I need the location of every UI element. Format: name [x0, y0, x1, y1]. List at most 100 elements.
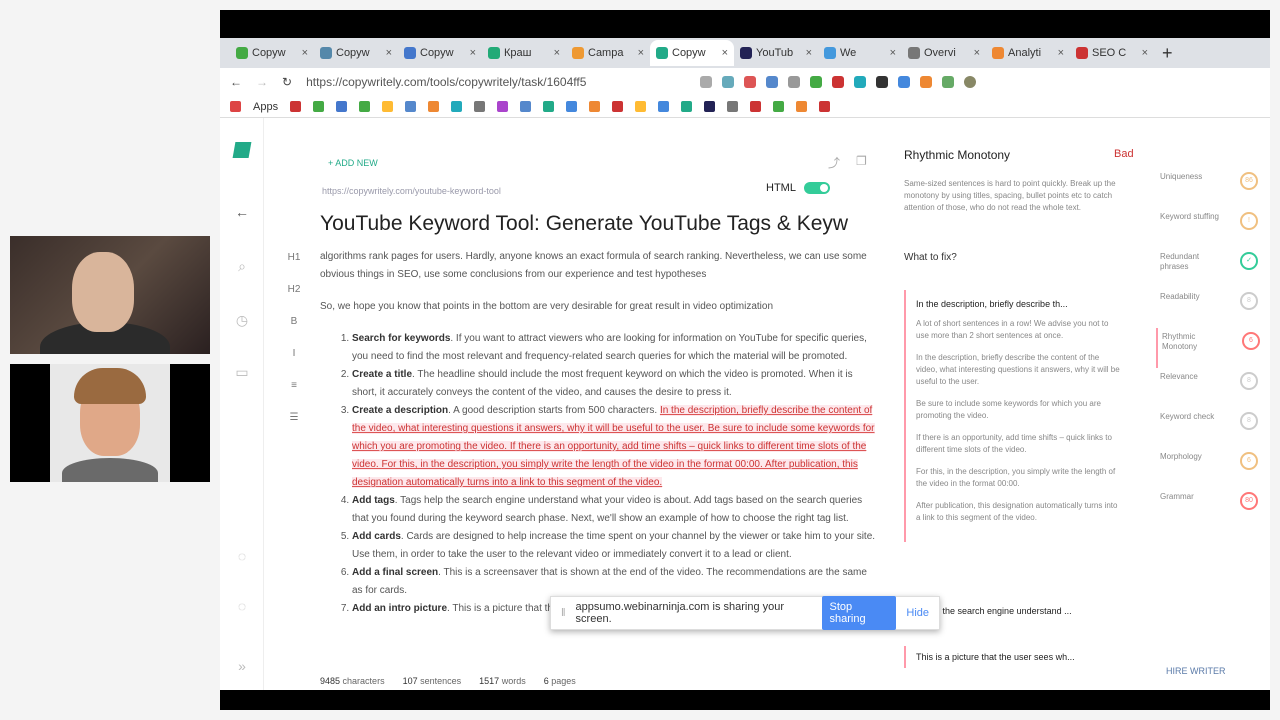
- extension-icon[interactable]: [898, 76, 911, 88]
- extension-icon[interactable]: [700, 76, 713, 88]
- share-icon[interactable]: ⤴: [828, 154, 840, 171]
- close-icon[interactable]: ×: [1142, 47, 1148, 59]
- metric-item[interactable]: Readability 8: [1156, 288, 1260, 328]
- format-button[interactable]: B: [282, 312, 306, 344]
- close-icon[interactable]: ×: [1058, 47, 1064, 59]
- extension-icon[interactable]: [920, 76, 933, 88]
- history-icon[interactable]: ◷: [234, 312, 250, 328]
- close-icon[interactable]: ×: [806, 47, 812, 59]
- bookmark-icon[interactable]: [612, 101, 624, 112]
- html-toggle[interactable]: [803, 182, 830, 194]
- bookmark-icon[interactable]: [497, 101, 509, 112]
- browser-tab[interactable]: Краш ×: [482, 40, 566, 66]
- bookmark-icon[interactable]: [681, 101, 693, 112]
- bookmark-icon[interactable]: [359, 101, 371, 112]
- browser-tab[interactable]: Campa ×: [566, 40, 650, 66]
- browser-tab[interactable]: Overvi ×: [902, 40, 986, 66]
- metric-item[interactable]: Uniqueness 86: [1156, 168, 1260, 208]
- copy-icon[interactable]: ❐: [856, 154, 867, 171]
- metric-item[interactable]: Morphology 6: [1156, 448, 1260, 488]
- bookmark-icon[interactable]: [750, 101, 762, 112]
- settings-icon[interactable]: ◌: [234, 548, 250, 564]
- document-body[interactable]: algorithms rank pages for users. Hardly,…: [320, 248, 876, 618]
- url-field[interactable]: https://copywritely.com/tools/copywritel…: [306, 75, 646, 89]
- close-icon[interactable]: ×: [386, 47, 392, 59]
- document-icon[interactable]: ▭: [234, 364, 250, 380]
- extension-icon[interactable]: [744, 76, 757, 88]
- apps-bookmark[interactable]: Apps: [253, 101, 278, 113]
- browser-tab[interactable]: Copyw ×: [398, 40, 482, 66]
- browser-tab[interactable]: Copyw ×: [230, 40, 314, 66]
- issue-card[interactable]: In the description, briefly describe th.…: [904, 290, 1130, 542]
- bookmark-icon[interactable]: [451, 101, 463, 112]
- close-icon[interactable]: ×: [554, 47, 560, 59]
- hide-button[interactable]: Hide: [906, 607, 929, 619]
- extension-icon[interactable]: [788, 76, 801, 88]
- copywritely-logo[interactable]: [232, 142, 252, 158]
- bookmark-icon[interactable]: [566, 101, 578, 112]
- format-button[interactable]: H2: [282, 280, 306, 312]
- bookmark-icon[interactable]: [658, 101, 670, 112]
- highlighted-text[interactable]: In the description, briefly describe the…: [352, 405, 875, 488]
- back-icon[interactable]: ←: [230, 75, 242, 89]
- browser-tab[interactable]: YouTub ×: [734, 40, 818, 66]
- extension-icon[interactable]: [854, 76, 867, 88]
- browser-tab[interactable]: Copyw ×: [650, 40, 734, 66]
- bookmark-icon[interactable]: [635, 101, 647, 112]
- bookmark-icon[interactable]: [474, 101, 486, 112]
- search-icon[interactable]: ⌕: [234, 258, 250, 274]
- extension-icon[interactable]: [832, 76, 845, 88]
- close-icon[interactable]: ×: [722, 47, 728, 59]
- browser-tab[interactable]: Copyw ×: [314, 40, 398, 66]
- reload-icon[interactable]: ↻: [282, 75, 292, 89]
- bookmark-icon[interactable]: [704, 101, 716, 112]
- close-icon[interactable]: ×: [974, 47, 980, 59]
- hire-writer-button[interactable]: HIRE WRITER: [1166, 666, 1226, 676]
- bookmark-icon[interactable]: [727, 101, 739, 112]
- browser-tab[interactable]: SEO C ×: [1070, 40, 1154, 66]
- close-icon[interactable]: ×: [470, 47, 476, 59]
- apps-grid-icon[interactable]: [230, 101, 241, 112]
- extension-icon[interactable]: [942, 76, 955, 88]
- format-button[interactable]: I: [282, 344, 306, 376]
- bookmark-icon[interactable]: [428, 101, 440, 112]
- bookmark-icon[interactable]: [520, 101, 532, 112]
- close-icon[interactable]: ×: [302, 47, 308, 59]
- help-icon[interactable]: ◌: [234, 598, 250, 614]
- bookmark-icon[interactable]: [819, 101, 831, 112]
- extension-icon[interactable]: [722, 76, 735, 88]
- format-button[interactable]: H1: [282, 248, 306, 280]
- forward-icon[interactable]: →: [256, 75, 268, 89]
- bookmark-icon[interactable]: [773, 101, 785, 112]
- extension-icon[interactable]: [766, 76, 779, 88]
- collapse-icon[interactable]: »: [234, 658, 250, 674]
- bookmark-icon[interactable]: [290, 101, 302, 112]
- metric-item[interactable]: Redundant phrases ✓: [1156, 248, 1260, 288]
- metric-item[interactable]: Grammar 80: [1156, 488, 1260, 528]
- metric-item[interactable]: Keyword stuffing!: [1156, 208, 1260, 248]
- extension-icon[interactable]: [876, 76, 889, 88]
- back-arrow-icon[interactable]: ←: [234, 204, 250, 220]
- format-button[interactable]: ☰: [282, 408, 306, 440]
- browser-tab[interactable]: We ×: [818, 40, 902, 66]
- source-url[interactable]: https://copywritely.com/youtube-keyword-…: [322, 186, 501, 196]
- document-title[interactable]: YouTube Keyword Tool: Generate YouTube T…: [320, 212, 848, 236]
- close-icon[interactable]: ×: [890, 47, 896, 59]
- close-icon[interactable]: ×: [638, 47, 644, 59]
- bookmark-icon[interactable]: [405, 101, 417, 112]
- profile-avatar[interactable]: [964, 76, 977, 88]
- format-button[interactable]: ≡: [282, 376, 306, 408]
- issue-card[interactable]: This is a picture that the user sees wh.…: [904, 646, 1130, 668]
- bookmark-icon[interactable]: [313, 101, 325, 112]
- new-tab-button[interactable]: +: [1162, 43, 1173, 64]
- drag-handle-icon[interactable]: ‖: [561, 607, 566, 619]
- stop-sharing-button[interactable]: Stop sharing: [821, 596, 897, 630]
- extension-icon[interactable]: [810, 76, 823, 88]
- metric-item[interactable]: Keyword check 8: [1156, 408, 1260, 448]
- metric-item[interactable]: Relevance 8: [1156, 368, 1260, 408]
- bookmark-icon[interactable]: [382, 101, 394, 112]
- bookmark-icon[interactable]: [796, 101, 808, 112]
- bookmark-icon[interactable]: [589, 101, 601, 112]
- bookmark-icon[interactable]: [543, 101, 555, 112]
- metric-item[interactable]: Rhythmic Monotony 6: [1156, 328, 1260, 368]
